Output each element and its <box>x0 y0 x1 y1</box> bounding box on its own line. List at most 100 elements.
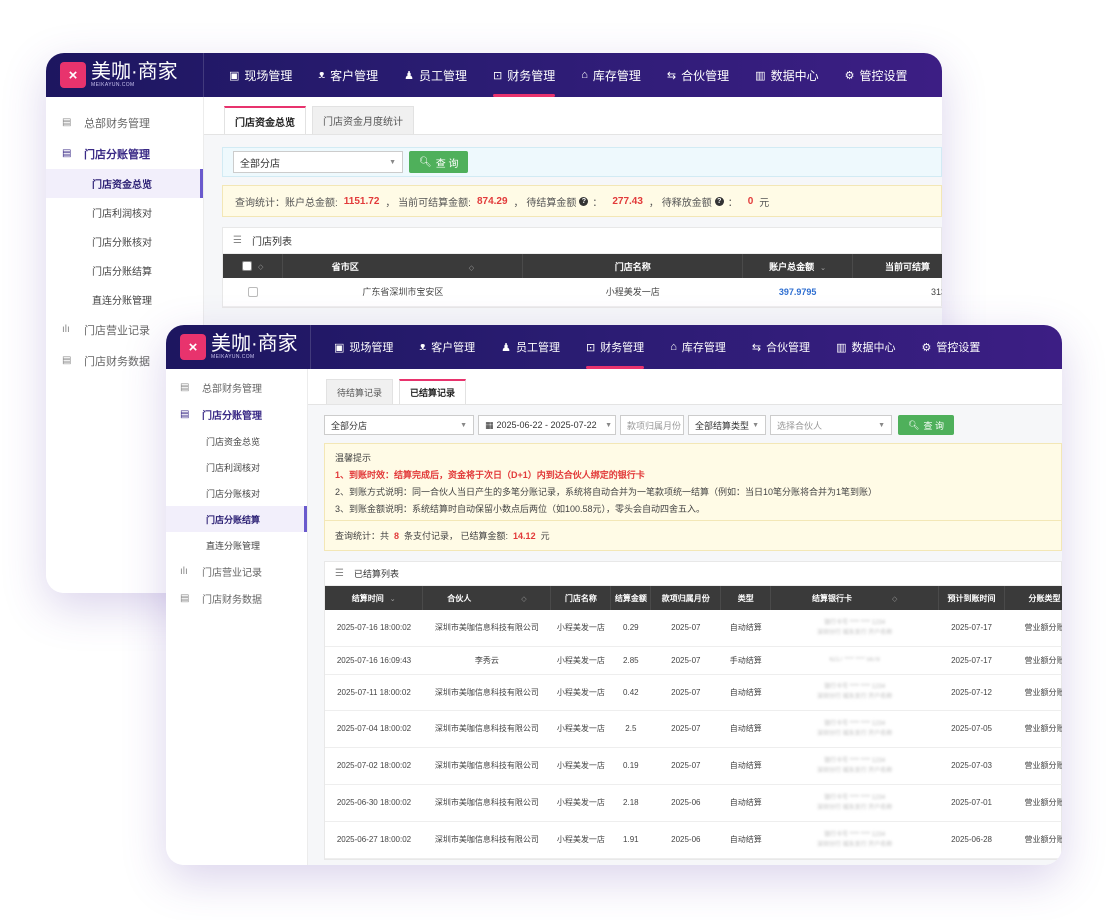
cell-time: 2025-07-02 18:00:02 <box>325 747 423 785</box>
store-select[interactable]: 全部分店 ▼ <box>324 415 474 435</box>
table-row[interactable]: 2025-07-04 18:00:02 深圳市美咖信息科技有限公司 小程美发一店… <box>325 710 1062 748</box>
sidebar-group-finance-data[interactable]: ▤ 门店财务数据 <box>166 585 307 612</box>
nav-inventory[interactable]: ⌂ 库存管理 <box>657 325 739 369</box>
cell-time: 2025-06-27 18:00:02 <box>325 821 423 859</box>
chevron-down-icon: ▼ <box>605 421 612 429</box>
sidebar-group-label: 总部财务管理 <box>202 384 262 395</box>
col-store[interactable]: 门店名称 <box>550 586 612 610</box>
nav-finance[interactable]: ⊡ 财务管理 <box>573 325 657 369</box>
sidebar-group-label: 门店分账管理 <box>202 411 262 422</box>
brand-logo[interactable]: × 美咖·商家 MEIKAYUN.COM <box>166 325 311 369</box>
cell-type: 自动结算 <box>720 784 771 822</box>
cell-split-type: 营业额分账 <box>1004 646 1062 675</box>
nav-staff[interactable]: ♟ 员工管理 <box>488 325 573 369</box>
nav-finance[interactable]: ⊡ 财务管理 <box>480 53 568 97</box>
tab-fund-overview[interactable]: 门店资金总览 <box>224 106 306 134</box>
sidebar-group-store-split[interactable]: ▤ 门店分账管理 <box>166 401 307 428</box>
cell-eta: 2025-07-03 <box>938 747 1005 785</box>
nav-onsite[interactable]: ▣ 现场管理 <box>216 53 305 97</box>
query-button[interactable]: 🔍︎ 查 询 <box>409 151 469 173</box>
col-label: 结算银行卡 <box>811 593 852 603</box>
sort-icon: ◇ <box>468 264 475 272</box>
sidebar-item-profit-check[interactable]: 门店利润核对 <box>166 454 307 480</box>
nav-onsite[interactable]: ▣ 现场管理 <box>321 325 406 369</box>
col-amount[interactable]: 结算金额 <box>610 586 652 610</box>
table-row[interactable]: 2025-07-11 18:00:02 深圳市美咖信息科技有限公司 小程美发一店… <box>325 674 1062 711</box>
sidebar-item-split-check[interactable]: 门店分账核对 <box>46 227 203 256</box>
month-input[interactable]: 款项归属月份 <box>620 415 684 435</box>
nav-partners[interactable]: ⇆ 合伙管理 <box>739 325 823 369</box>
nav-staff[interactable]: ♟ 员工管理 <box>391 53 480 97</box>
table-row[interactable]: 2025-06-27 18:00:02 深圳市美咖信息科技有限公司 小程美发一店… <box>325 821 1062 859</box>
col-total[interactable]: 账户总金额 ⌄ <box>742 254 854 278</box>
nav-data[interactable]: ▥ 数据中心 <box>742 53 831 97</box>
users-icon: ᴥ <box>419 341 427 353</box>
help-icon[interactable]: ? <box>579 196 589 206</box>
settle-type-select[interactable]: 全部结算类型 ▼ <box>688 415 766 435</box>
table-row[interactable]: 2025-06-30 18:00:02 深圳市美咖信息科技有限公司 小程美发一店… <box>325 784 1062 822</box>
bank-card-branch: 深圳分行 城东支行 开户名称 <box>816 804 893 811</box>
col-store[interactable]: 门店名称 <box>522 254 744 278</box>
col-region[interactable]: 省市区 ◇ <box>282 254 524 278</box>
home-icon: ⌂ <box>581 69 588 81</box>
nav-partners[interactable]: ⇆ 合伙管理 <box>654 53 742 97</box>
nav-label: 客户管理 <box>431 342 476 354</box>
sidebar-item-direct-split[interactable]: 直连分账管理 <box>46 285 203 314</box>
query-button[interactable]: 🔍︎ 查 询 <box>898 415 954 435</box>
sort-icon[interactable]: ◇ <box>258 264 263 271</box>
select-all-checkbox[interactable] <box>242 261 253 272</box>
cell-bank-card: 银行卡号 **** **** 1234 深圳分行 城东支行 开户名称 <box>770 710 939 748</box>
sidebar-item-split-settle[interactable]: 门店分账结算 <box>46 256 203 285</box>
available-amount: 874.29 <box>476 195 508 207</box>
nav-data[interactable]: ▥ 数据中心 <box>823 325 908 369</box>
cell-split-type: 营业额分账 <box>1004 710 1062 748</box>
col-partner[interactable]: 合伙人 ◇ <box>422 586 552 610</box>
tab-settled-records[interactable]: 已结算记录 <box>399 379 467 404</box>
nav-label: 现场管理 <box>349 342 394 354</box>
nav-settings[interactable]: ⚙ 管控设置 <box>832 53 921 97</box>
nav-inventory[interactable]: ⌂ 库存管理 <box>568 53 654 97</box>
stats-label: ， 当前可结算金额: <box>385 197 471 209</box>
sidebar-item-profit-check[interactable]: 门店利润核对 <box>46 198 203 227</box>
sidebar-group-hq-finance[interactable]: ▤ 总部财务管理 <box>166 374 307 401</box>
row-checkbox[interactable] <box>247 287 258 298</box>
col-split-type[interactable]: 分账类型 <box>1004 586 1062 610</box>
cell-store: 小程美发一店 <box>550 610 611 647</box>
sidebar-item-split-check[interactable]: 门店分账核对 <box>166 480 307 506</box>
table-row[interactable]: 2025-07-16 16:09:43 李秀云 小程美发一店 2.85 2025… <box>325 646 1062 675</box>
date-range-picker[interactable]: ▦ 2025-06-22 - 2025-07-22 ▼ <box>478 415 616 435</box>
partner-select[interactable]: 选择合伙人 ▼ <box>770 415 892 435</box>
sidebar-item-direct-split[interactable]: 直连分账管理 <box>166 532 307 558</box>
sidebar-group-business-records[interactable]: ılı 门店营业记录 <box>166 558 307 585</box>
col-eta[interactable]: 预计到账时间 <box>938 586 1006 610</box>
col-bank-card[interactable]: 结算银行卡 ◇ <box>770 586 940 610</box>
cell-bank-card: 6217 **** **** 5678 <box>770 646 939 675</box>
col-settle-time[interactable]: 结算时间 ⌄ <box>325 586 424 610</box>
table-row[interactable]: 广东省深圳市宝安区 小程美发一店 397.9795 313.17 <box>223 278 942 307</box>
tab-pending-records[interactable]: 待结算记录 <box>326 379 394 404</box>
table-row[interactable]: 2025-07-16 18:00:02 深圳市美咖信息科技有限公司 小程美发一店… <box>325 610 1062 647</box>
bank-card-number: 银行卡号 **** **** 1234 <box>824 619 886 626</box>
stats-label: 条支付记录， 已结算金额: <box>404 531 509 541</box>
sidebar-item-fund-overview[interactable]: 门店资金总览 <box>46 169 203 198</box>
sidebar-group-store-split[interactable]: ▤ 门店分账管理 <box>46 138 203 169</box>
sidebar-item-fund-overview[interactable]: 门店资金总览 <box>166 428 307 454</box>
bank-card-number: 银行卡号 **** **** 1234 <box>824 720 886 727</box>
brand-logo[interactable]: × 美咖·商家 MEIKAYUN.COM <box>46 53 204 97</box>
sort-icon: ◇ <box>521 595 527 603</box>
home-icon: ⌂ <box>670 341 677 353</box>
store-select[interactable]: 全部分店 ▼ <box>233 151 403 173</box>
table-row[interactable]: 2025-07-02 18:00:02 深圳市美咖信息科技有限公司 小程美发一店… <box>325 747 1062 785</box>
col-type[interactable]: 类型 <box>720 586 772 610</box>
col-month[interactable]: 款项归属月份 <box>650 586 722 610</box>
logo-mark-icon: × <box>60 62 86 88</box>
sidebar-item-split-settle[interactable]: 门店分账结算 <box>166 506 307 532</box>
tab-monthly-stats[interactable]: 门店资金月度统计 <box>312 106 414 134</box>
col-available[interactable]: 当前可结算 <box>852 254 942 278</box>
help-icon[interactable]: ? <box>714 196 724 206</box>
nav-customers[interactable]: ᴥ 客户管理 <box>305 53 391 97</box>
nav-customers[interactable]: ᴥ 客户管理 <box>406 325 488 369</box>
sidebar-group-hq-finance[interactable]: ▤ 总部财务管理 <box>46 107 203 138</box>
nav-settings[interactable]: ⚙ 管控设置 <box>908 325 993 369</box>
cell-total[interactable]: 397.9795 <box>742 278 853 307</box>
